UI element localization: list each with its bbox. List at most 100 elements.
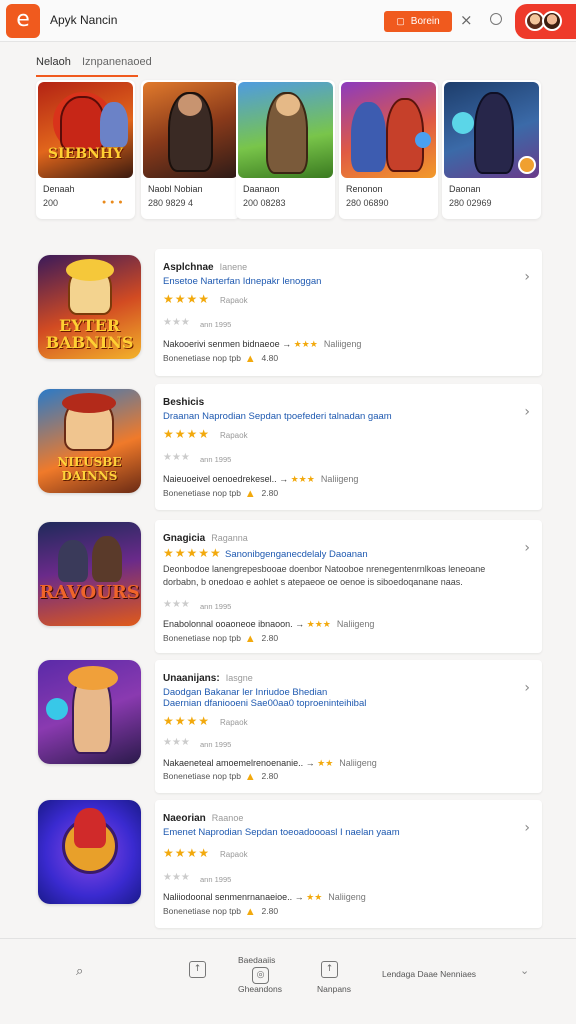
app-icon[interactable]: RAVOURS bbox=[38, 522, 141, 626]
avatar bbox=[542, 11, 562, 31]
secondary-meta: ann 1995 bbox=[200, 875, 232, 884]
app-stats-line: Bonenetiase nop tpb ▲ 2.80 bbox=[163, 906, 279, 917]
featured-name: Naobl Nobian bbox=[148, 184, 203, 194]
secondary-rating: ★★★ bbox=[163, 599, 190, 610]
secondary-rating: ★★★ bbox=[163, 452, 190, 463]
secondary-rating: ★★★ bbox=[163, 737, 190, 748]
app-title: Naeorian Raanoe bbox=[163, 813, 244, 824]
app-icon[interactable]: EYTER BABNINS bbox=[38, 255, 141, 359]
search-icon[interactable]: ⌕ bbox=[76, 964, 83, 979]
app-long-description: Deonbodoe lanengrepesbooae doenbor Natoo… bbox=[163, 564, 486, 587]
app-card[interactable]: Asplchnae Ianene Ensetoe Narterfan Idnepa… bbox=[155, 249, 542, 376]
featured-name: Denaah bbox=[43, 184, 75, 194]
tab-first[interactable]: Nelaoh bbox=[36, 56, 71, 68]
lock-icon: ▢ bbox=[396, 16, 405, 26]
account-avatars[interactable] bbox=[515, 4, 576, 39]
app-card[interactable]: Beshicis Draanan Naprodian Sepdan tpoefe… bbox=[155, 384, 542, 510]
app-logo[interactable]: e bbox=[6, 4, 40, 38]
featured-card[interactable]: Renonon 280 06890 bbox=[339, 80, 438, 219]
app-stats-line: Bonenetiase nop tpb ▲ 2.80 bbox=[163, 633, 279, 644]
featured-stat: 200 08283 bbox=[243, 198, 286, 208]
app-meta-line: Enabolonnal ooaoneoe ibnaoon. → ★★★ Nalii… bbox=[163, 619, 375, 630]
app-description[interactable]: Emenet Naprodian Sepdan toeoadoooasl I n… bbox=[163, 827, 400, 838]
rating-label: Rapaok bbox=[220, 850, 248, 859]
chevron-right-icon[interactable]: › bbox=[524, 820, 530, 836]
app-card[interactable]: Unaanijans: Iasgne Daodgan Bakanar ler In… bbox=[155, 660, 542, 793]
app-stats-line: Bonenetiase nop tpb ▲ 4.80 bbox=[163, 353, 279, 364]
app-meta-line: Naliiodoonal senmenrnanaeioe.. → ★★ Nalii… bbox=[163, 892, 366, 903]
tab-second[interactable]: Iznpanenaoed bbox=[82, 56, 152, 68]
app-title: Gnagicia Raganna bbox=[163, 533, 248, 544]
app-icon-title: RAVOURS bbox=[39, 582, 140, 603]
chevron-down-icon[interactable]: ⌄ bbox=[520, 964, 529, 977]
close-icon[interactable]: × bbox=[460, 11, 473, 29]
nav-item-label[interactable]: Gheandons bbox=[238, 984, 282, 994]
header-action-label: Borein bbox=[410, 16, 440, 27]
app-icon[interactable]: NIEUSBE DAINNS bbox=[38, 389, 141, 493]
star-rating: ★★★★★ bbox=[163, 546, 222, 560]
app-icon[interactable] bbox=[38, 800, 141, 904]
chevron-right-icon[interactable]: › bbox=[524, 269, 530, 285]
app-icon-title: NIEUSBE DAINNS bbox=[57, 455, 122, 483]
featured-game-art bbox=[143, 82, 238, 178]
app-card[interactable]: Naeorian Raanoe Emenet Naprodian Sepdan t… bbox=[155, 800, 542, 928]
app-title: Apyk Nancin bbox=[50, 13, 118, 27]
camera-icon[interactable]: ◎ bbox=[252, 967, 269, 984]
app-meta-line: Nakooerivi senmen bidnaeoe → ★★★ Naliigen… bbox=[163, 339, 362, 350]
app-meta-line: Naieuoeivel oenoedrekesel.. → ★★★ Naliige… bbox=[163, 474, 359, 485]
featured-game-art bbox=[341, 82, 436, 178]
app-title: Unaanijans: Iasgne bbox=[163, 673, 253, 684]
settings-icon[interactable] bbox=[490, 13, 502, 25]
featured-card[interactable]: Daonan 280 02969 bbox=[442, 80, 541, 219]
app-icon[interactable] bbox=[38, 660, 141, 764]
nav-item-label[interactable]: Nanpans bbox=[317, 984, 351, 994]
featured-stat: 200 bbox=[43, 198, 59, 208]
star-rating: ★★★★ bbox=[163, 846, 211, 860]
chevron-right-icon[interactable]: › bbox=[524, 680, 530, 696]
app-icon-title: EYTER BABNINS bbox=[45, 316, 134, 352]
app-title: Asplchnae Ianene bbox=[163, 262, 248, 273]
star-rating: ★★★★ bbox=[163, 714, 211, 728]
app-description[interactable]: Daodgan Bakanar ler Inriudoe Bhedian bbox=[163, 687, 327, 698]
app-stats-line: Bonenetiase nop tpb ▲ 2.80 bbox=[163, 488, 279, 499]
featured-stat: 280 9829 4 bbox=[148, 198, 194, 208]
featured-card[interactable]: SIEBNHY Denaah 200 ● ● ● bbox=[36, 80, 135, 219]
star-rating: ★★★★ bbox=[163, 427, 211, 441]
chevron-right-icon[interactable]: › bbox=[524, 404, 530, 420]
secondary-meta: ann 1995 bbox=[200, 455, 232, 464]
featured-card[interactable]: Daanaon 200 08283 bbox=[236, 80, 335, 219]
app-description[interactable]: Draanan Naprodian Sepdan tpoefederi taln… bbox=[163, 411, 392, 422]
app-description-2[interactable]: Daernian dfaniooeni Sae00aa0 toproeninte… bbox=[163, 698, 366, 709]
star-rating: ★★★★ bbox=[163, 292, 211, 306]
featured-stat: 280 06890 bbox=[346, 198, 389, 208]
secondary-meta: ann 1995 bbox=[200, 602, 232, 611]
app-title: Beshicis bbox=[163, 397, 205, 408]
app-header: e Apyk Nancin ▢ Borein × bbox=[0, 0, 576, 42]
chevron-right-icon[interactable]: › bbox=[524, 540, 530, 556]
rating-label: Rapaok bbox=[220, 718, 248, 727]
featured-card[interactable]: Naobl Nobian 280 9829 4 bbox=[141, 80, 240, 219]
secondary-meta: ann 1995 bbox=[200, 320, 232, 329]
featured-name: Daonan bbox=[449, 184, 481, 194]
share-icon[interactable]: ↑ bbox=[189, 961, 206, 978]
app-meta-line: Nakaeneteal amoemelrenoenanie.. → ★★ Nali… bbox=[163, 758, 377, 769]
secondary-rating: ★★★ bbox=[163, 872, 190, 883]
featured-game-art bbox=[444, 82, 539, 178]
app-description[interactable]: Ensetoe Narterfan Idnepakr lenoggan bbox=[163, 276, 321, 287]
featured-game-art: SIEBNHY bbox=[38, 82, 133, 178]
rating-label: Rapaok bbox=[220, 431, 248, 440]
featured-name: Renonon bbox=[346, 184, 383, 194]
active-tab-indicator bbox=[36, 75, 138, 77]
upload-icon[interactable]: ↑ bbox=[321, 961, 338, 978]
featured-art-title: SIEBNHY bbox=[47, 146, 124, 162]
secondary-meta: ann 1995 bbox=[200, 740, 232, 749]
nav-item-top-label: Baedaaiis bbox=[238, 955, 276, 965]
app-card[interactable]: Gnagicia Raganna ★★★★★ Sanonibgenganecdel… bbox=[155, 520, 542, 653]
app-description[interactable]: Sanonibgenganecdelaly Daoanan bbox=[225, 549, 368, 560]
secondary-rating: ★★★ bbox=[163, 317, 190, 328]
header-action-button[interactable]: ▢ Borein bbox=[384, 11, 452, 32]
language-selector[interactable]: Lendaga Daae Nenniaes bbox=[382, 969, 476, 979]
bottom-nav: ⌕ ↑ Baedaaiis ◎ Gheandons ↑ Nanpans Lend… bbox=[0, 938, 576, 1024]
featured-game-art bbox=[238, 82, 333, 178]
featured-rating-dots: ● ● ● bbox=[102, 199, 124, 206]
